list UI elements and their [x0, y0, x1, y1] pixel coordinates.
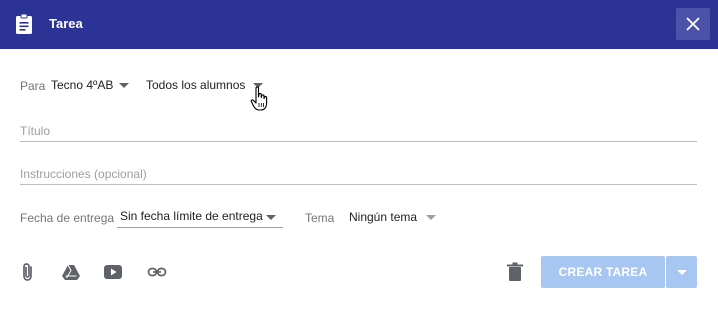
trash-icon[interactable] [506, 262, 524, 282]
link-icon[interactable] [147, 262, 167, 282]
para-label: Para [20, 79, 46, 93]
attach-icon[interactable] [18, 262, 38, 282]
due-date-label: Fecha de entrega [20, 211, 115, 225]
due-date-dropdown[interactable]: Sin fecha límite de entrega [117, 204, 283, 228]
students-value: Todos los alumnos [146, 78, 246, 92]
topic-label: Tema [305, 211, 335, 225]
students-dropdown[interactable]: Todos los alumnos [146, 78, 264, 92]
create-options-button[interactable] [666, 256, 697, 288]
dialog-header: Tarea [0, 0, 718, 49]
topic-dropdown[interactable]: Ningún tema [349, 210, 437, 224]
class-value: Tecno 4ºAB [51, 78, 114, 92]
chevron-down-icon [119, 82, 130, 88]
class-dropdown[interactable]: Tecno 4ºAB [51, 78, 130, 92]
hand-cursor-icon [250, 86, 268, 111]
assignment-icon [16, 13, 32, 34]
chevron-down-icon [426, 214, 437, 220]
chevron-down-icon [676, 269, 687, 275]
drive-icon[interactable] [61, 262, 81, 282]
title-input[interactable] [20, 120, 697, 142]
instructions-input[interactable] [20, 163, 697, 185]
close-icon [686, 17, 700, 31]
create-assignment-label: CREAR TAREA [558, 265, 648, 279]
dialog-title: Tarea [49, 16, 83, 31]
chevron-down-icon [266, 215, 276, 220]
close-button[interactable] [676, 8, 710, 40]
create-assignment-button[interactable]: CREAR TAREA [541, 256, 665, 288]
youtube-icon[interactable] [103, 262, 123, 282]
topic-value: Ningún tema [349, 210, 418, 224]
due-date-value: Sin fecha límite de entrega [120, 208, 263, 223]
